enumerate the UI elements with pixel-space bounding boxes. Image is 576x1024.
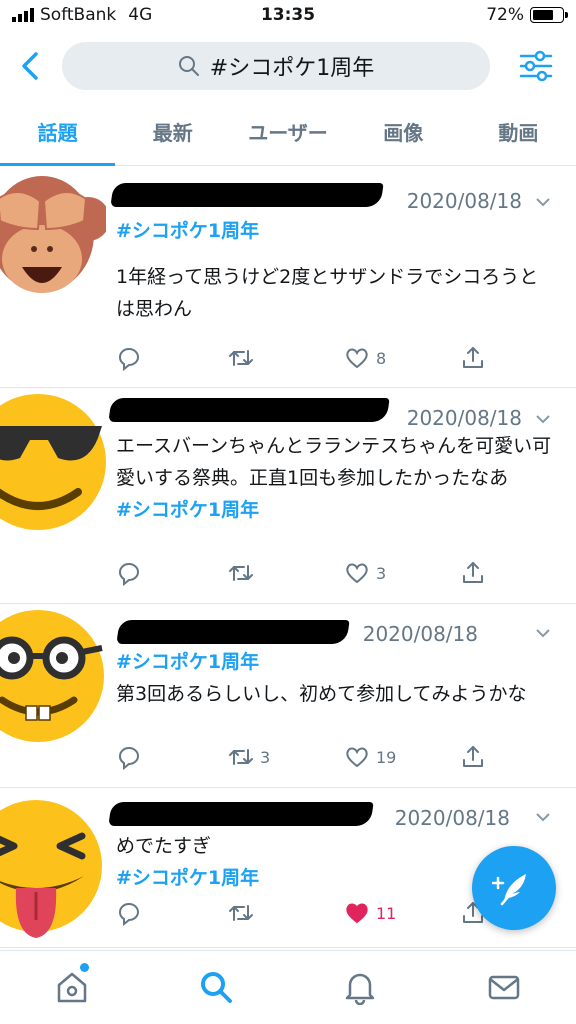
back-chevron-icon[interactable]: [14, 46, 48, 86]
share-icon: [463, 562, 483, 583]
retweet-icon: [229, 565, 253, 581]
tweet[interactable]: 2020/08/18 エースバーンちゃんとラランテスちゃんを可愛い可愛いする祭典…: [0, 388, 576, 604]
hashtag-link[interactable]: #シコポケ1周年: [116, 494, 556, 526]
status-bar: SoftBank 4G 13:35 72%: [0, 0, 576, 32]
reply-icon: [119, 348, 139, 371]
battery-info: 72%: [486, 5, 568, 25]
tab-videos[interactable]: 動画: [461, 100, 576, 165]
nerd-face-avatar[interactable]: [0, 600, 106, 750]
search-input[interactable]: #シコポケ1周年: [62, 42, 490, 90]
chevron-down-icon[interactable]: [534, 624, 552, 642]
tweet-actions: 8: [116, 345, 516, 375]
see-no-evil-monkey-avatar[interactable]: [0, 159, 106, 309]
like-button[interactable]: 3: [344, 560, 386, 586]
tab-users[interactable]: ユーザー: [230, 100, 345, 165]
tweet-actions: 3: [116, 560, 516, 590]
retweet-button[interactable]: [228, 345, 260, 371]
tweet[interactable]: 2020/08/18 #シコポケ1周年 1年経って思うけど2度とサザンドラでシコ…: [0, 167, 576, 388]
tweet-body: #シコポケ1周年 1年経って思うけど2度とサザンドラでシコろうとは思わん: [116, 215, 556, 325]
tweet-date: 2020/08/18: [406, 406, 522, 430]
heart-icon: [346, 747, 368, 768]
reply-icon: [119, 563, 139, 586]
reply-button[interactable]: [116, 345, 148, 371]
search-icon[interactable]: [198, 969, 234, 1005]
share-icon: [463, 347, 483, 368]
heart-icon: [346, 563, 368, 584]
battery-icon: [530, 7, 568, 23]
notification-dot: [80, 963, 89, 972]
bottom-navigation: [0, 950, 576, 1024]
redacted-username: [108, 398, 390, 422]
retweet-button[interactable]: [228, 900, 260, 926]
reply-icon: [119, 747, 139, 770]
heart-icon: [346, 348, 368, 369]
redacted-username: [116, 620, 350, 644]
home-icon[interactable]: [54, 969, 90, 1005]
like-button[interactable]: 19: [344, 744, 396, 770]
tab-images[interactable]: 画像: [346, 100, 461, 165]
chevron-down-icon[interactable]: [534, 808, 552, 826]
tweet-body: エースバーンちゃんとラランテスちゃんを可愛い可愛いする祭典。正直1回も参加したか…: [116, 430, 556, 526]
retweet-button[interactable]: [228, 560, 260, 586]
share-icon: [463, 746, 483, 767]
tab-top[interactable]: 話題: [0, 100, 116, 166]
hashtag-link[interactable]: #シコポケ1周年: [116, 215, 556, 247]
chevron-down-icon[interactable]: [534, 193, 552, 211]
heart-filled-icon: [346, 903, 368, 924]
tweet[interactable]: 2020/08/18 #シコポケ1周年 第3回あるらしいし、初めて参加してみよう…: [0, 604, 576, 788]
tweet-date: 2020/08/18: [394, 806, 510, 830]
tweet-text: 1年経って思うけど2度とサザンドラでシコろうとは思わん: [116, 266, 539, 320]
sliders-icon[interactable]: [518, 48, 554, 84]
redacted-username: [108, 802, 374, 826]
reply-button[interactable]: [116, 744, 148, 770]
share-button[interactable]: [460, 744, 486, 770]
chevron-down-icon[interactable]: [534, 410, 552, 428]
retweet-icon: [229, 749, 253, 765]
compose-feather-icon: [492, 874, 526, 906]
retweet-icon: [229, 905, 253, 921]
tab-latest[interactable]: 最新: [115, 100, 230, 165]
battery-percent: 72%: [486, 5, 524, 25]
reply-button[interactable]: [116, 900, 148, 926]
reply-icon: [119, 903, 139, 926]
tweet-date: 2020/08/18: [406, 189, 522, 213]
tweet-text: 第3回あるらしいし、初めて参加してみようかな: [116, 683, 527, 705]
compose-tweet-button[interactable]: [472, 846, 556, 930]
share-button[interactable]: [460, 560, 486, 586]
tweet-text: エースバーンちゃんとラランテスちゃんを可愛い可愛いする祭典。正直1回も参加したか…: [116, 435, 552, 489]
tweet-text: めでたすぎ: [116, 835, 212, 857]
mail-icon[interactable]: [486, 969, 522, 1005]
reply-button[interactable]: [116, 560, 148, 586]
squinting-tongue-face-avatar[interactable]: [0, 788, 106, 938]
like-button[interactable]: 8: [344, 345, 386, 371]
like-button[interactable]: 11: [344, 900, 396, 926]
search-query: #シコポケ1周年: [209, 56, 375, 81]
sunglasses-face-avatar[interactable]: [0, 382, 106, 532]
hashtag-link[interactable]: #シコポケ1周年: [116, 646, 556, 678]
share-button[interactable]: [460, 345, 486, 371]
retweet-button[interactable]: 3: [228, 744, 270, 770]
search-tabs: 話題 最新 ユーザー 画像 動画: [0, 100, 576, 166]
redacted-username: [110, 183, 384, 207]
retweet-icon: [229, 350, 253, 366]
tweet-date: 2020/08/18: [362, 622, 478, 646]
tweet-body: #シコポケ1周年 第3回あるらしいし、初めて参加してみようかな: [116, 646, 556, 710]
bell-icon[interactable]: [342, 969, 378, 1005]
tweet-actions: 11: [116, 900, 516, 930]
search-header: #シコポケ1周年: [0, 34, 576, 100]
search-icon: [178, 56, 199, 76]
tweet-actions: 3 19: [116, 744, 516, 774]
